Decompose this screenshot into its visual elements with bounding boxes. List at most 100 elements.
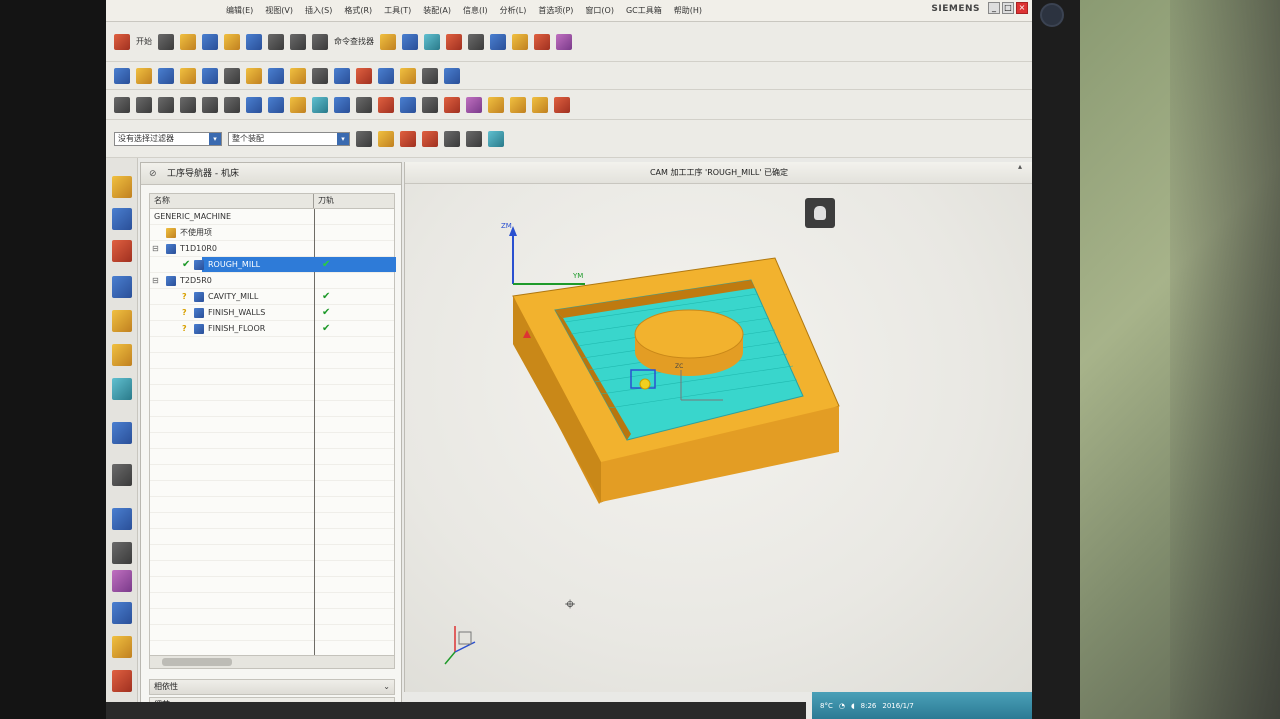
menu-item-tools[interactable]: 工具(T) xyxy=(384,5,411,16)
orient-icon[interactable] xyxy=(446,33,462,50)
system-material-icon[interactable] xyxy=(112,542,132,564)
command-finder-button[interactable]: 命令查找器 xyxy=(334,36,374,47)
list-icon[interactable] xyxy=(444,67,460,84)
start-icon[interactable] xyxy=(114,33,130,50)
wifi-icon[interactable]: ◔ xyxy=(839,702,845,710)
tree-row[interactable]: ⊟ T2D5R0 xyxy=(150,273,396,289)
dependencies-panel[interactable]: 相依性 ⌄ xyxy=(149,679,395,695)
toolpath-icon[interactable] xyxy=(246,96,262,113)
tree-row[interactable]: ⊟ T1D10R0 xyxy=(150,241,396,257)
edit-object-icon[interactable] xyxy=(512,33,528,50)
start-button[interactable]: 开始 xyxy=(136,36,152,47)
clock-time[interactable]: 8:26 xyxy=(861,702,877,710)
tree-row[interactable]: 不使用项 xyxy=(150,225,396,241)
cut-op-icon[interactable] xyxy=(136,96,152,113)
menu-item-help[interactable]: 帮助(H) xyxy=(674,5,702,16)
open-folder-icon[interactable] xyxy=(180,33,196,50)
reuse-library-icon[interactable] xyxy=(112,310,132,332)
render-icon[interactable] xyxy=(424,33,440,50)
create-operation-icon[interactable] xyxy=(202,67,218,84)
graphics-window[interactable]: CAM 加工工序 'ROUGH_MILL' 已确定 ▴ ZM YM ZC ⌖ xyxy=(404,162,1032,692)
history-icon[interactable] xyxy=(112,464,132,486)
midpoint-icon[interactable] xyxy=(444,130,460,147)
rename-op-icon[interactable] xyxy=(224,96,240,113)
filter-icon[interactable] xyxy=(466,96,482,113)
layer-icon[interactable] xyxy=(468,33,484,50)
cut-icon[interactable] xyxy=(224,33,240,50)
create-method-icon[interactable] xyxy=(180,67,196,84)
tree-row[interactable]: ? FINISH_WALLS ✔ xyxy=(150,305,396,321)
tree-row[interactable]: ? CAVITY_MILL ✔ xyxy=(150,289,396,305)
chevron-down-icon[interactable]: ▾ xyxy=(209,132,221,145)
marker-icon[interactable] xyxy=(532,96,548,113)
clock-icon[interactable] xyxy=(112,508,132,530)
volume-icon[interactable]: ◖ xyxy=(851,702,855,710)
tree-row[interactable]: ? FINISH_FLOOR ✔ xyxy=(150,321,396,337)
menu-item-gc-toolbox[interactable]: GC工具箱 xyxy=(626,5,662,16)
scope-select[interactable]: 整个装配 ▾ xyxy=(228,131,350,146)
type-filter-select[interactable]: 没有选择过滤器 ▾ xyxy=(114,131,222,146)
menu-item-format[interactable]: 格式(R) xyxy=(344,5,372,16)
web-browser-icon[interactable] xyxy=(112,378,132,400)
visibility-icon[interactable] xyxy=(488,130,504,147)
transform-icon[interactable] xyxy=(268,96,284,113)
info-icon[interactable] xyxy=(422,96,438,113)
tree-row[interactable]: GENERIC_MACHINE xyxy=(150,209,396,225)
machine-tool-navigator-icon[interactable] xyxy=(112,208,132,230)
generate-icon[interactable] xyxy=(312,67,328,84)
column-toolpath[interactable]: 刀轨 xyxy=(314,194,394,208)
undo-icon[interactable] xyxy=(290,33,306,50)
gear-icon[interactable] xyxy=(356,130,372,147)
menu-item-window[interactable]: 窗口(O) xyxy=(585,5,614,16)
measure-icon[interactable] xyxy=(556,33,572,50)
feature-icon[interactable] xyxy=(444,96,460,113)
internet-icon[interactable] xyxy=(112,422,132,444)
feed-icon[interactable] xyxy=(334,96,350,113)
part-navigator-icon[interactable] xyxy=(112,276,132,298)
operation-navigator-icon[interactable] xyxy=(112,176,132,198)
delete-op-icon[interactable] xyxy=(202,96,218,113)
fit-icon[interactable] xyxy=(490,33,506,50)
light-icon[interactable] xyxy=(488,96,504,113)
gouge-check-icon[interactable] xyxy=(378,96,394,113)
menu-item-insert[interactable]: 插入(S) xyxy=(305,5,332,16)
pin-icon[interactable]: ⊘ xyxy=(149,163,157,185)
tool-icon[interactable] xyxy=(356,96,372,113)
menu-item-assembly[interactable]: 装配(A) xyxy=(423,5,451,16)
copy-op-icon[interactable] xyxy=(158,96,174,113)
shop-doc-icon[interactable] xyxy=(422,67,438,84)
copy-icon[interactable] xyxy=(246,33,262,50)
geometry-view-icon[interactable] xyxy=(268,67,284,84)
hd3d-tools-icon[interactable] xyxy=(112,344,132,366)
endpoint-icon[interactable] xyxy=(422,130,438,147)
create-tool-icon[interactable] xyxy=(136,67,152,84)
machine-view-icon[interactable] xyxy=(246,67,262,84)
system-scenes-icon[interactable] xyxy=(112,670,132,692)
column-name[interactable]: 名称 xyxy=(150,194,314,208)
tag-icon[interactable] xyxy=(510,96,526,113)
chevron-down-icon[interactable]: ▾ xyxy=(337,132,349,145)
menu-item-info[interactable]: 信息(I) xyxy=(463,5,488,16)
snap-point-icon[interactable] xyxy=(378,130,394,147)
menu-item-view[interactable]: 视图(V) xyxy=(265,5,293,16)
save-icon[interactable] xyxy=(202,33,218,50)
paste-icon[interactable] xyxy=(268,33,284,50)
brush-icon[interactable] xyxy=(534,33,550,50)
collapse-icon[interactable]: ⊟ xyxy=(152,241,159,257)
machining-feature-navigator-icon[interactable] xyxy=(112,240,132,262)
replay-icon[interactable] xyxy=(334,67,350,84)
lock-icon[interactable] xyxy=(400,96,416,113)
new-file-icon[interactable] xyxy=(158,33,174,50)
clock-date[interactable]: 2016/1/7 xyxy=(882,702,913,710)
chevron-down-icon[interactable]: ⌄ xyxy=(383,680,390,694)
close-op-icon[interactable] xyxy=(554,96,570,113)
close-button[interactable]: × xyxy=(1016,2,1028,14)
simulate-icon[interactable] xyxy=(378,67,394,84)
postprocess-icon[interactable] xyxy=(400,67,416,84)
menu-item-edit[interactable]: 编辑(E) xyxy=(226,5,253,16)
point-icon[interactable] xyxy=(400,130,416,147)
object-icon[interactable] xyxy=(290,96,306,113)
horizontal-scrollbar[interactable] xyxy=(149,655,395,669)
edit-icon[interactable] xyxy=(114,96,130,113)
method-view-icon[interactable] xyxy=(290,67,306,84)
